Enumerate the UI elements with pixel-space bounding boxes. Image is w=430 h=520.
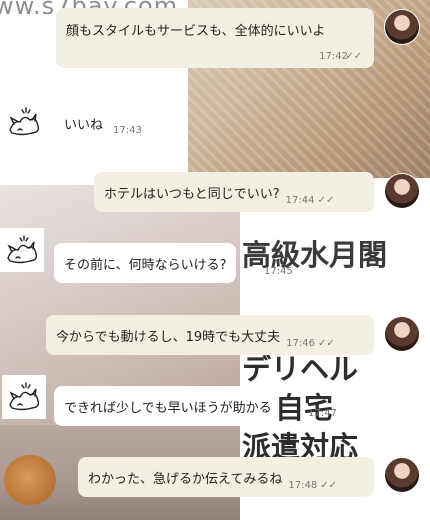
- message-time: 17:45: [264, 266, 293, 277]
- teddy-bear-image: [4, 455, 56, 505]
- message-time: 17:47: [308, 408, 337, 419]
- message-time: 17:46: [286, 338, 315, 349]
- message-bubble-sent[interactable]: わかった、急げるか伝えてみるね 17:48 ✓✓: [78, 457, 374, 497]
- message-time: 17:43: [113, 125, 142, 136]
- sender-avatar[interactable]: [384, 457, 420, 493]
- message-time: 17:48: [288, 480, 318, 491]
- double-check-icon: ✓✓: [320, 480, 337, 491]
- message-time: 17:42: [319, 51, 348, 62]
- message-bubble-sent[interactable]: 顔もスタイルもサービスも、全体的にいいよ 17:42 ✓✓: [56, 8, 374, 68]
- message-text: わかった、急げるか伝えてみるね: [88, 471, 283, 487]
- message-bubble-received[interactable]: できれば少しでも早いほうが助かる: [54, 386, 272, 426]
- message-bubble-sent[interactable]: ホテルはいつもと同じでいい? 17:44 ✓✓: [94, 172, 374, 212]
- message-text: 今からでも動けるし、19時でも大丈夫: [56, 329, 281, 345]
- cat-avatar-icon[interactable]: [2, 375, 46, 419]
- cat-avatar-icon[interactable]: [0, 228, 44, 272]
- double-check-icon: ✓✓: [345, 51, 362, 62]
- message-text: その前に、何時ならいける?: [64, 257, 227, 273]
- message-text: 顔もスタイルもサービスも、全体的にいいよ: [66, 24, 326, 39]
- sender-avatar[interactable]: [384, 173, 420, 209]
- cat-avatar-icon[interactable]: [2, 100, 46, 144]
- double-check-icon: ✓✓: [317, 338, 335, 349]
- message-text: できれば少しでも早いほうが助かる: [64, 400, 272, 416]
- message-bubble-sent[interactable]: 今からでも動けるし、19時でも大丈夫 17:46 ✓✓: [46, 315, 374, 355]
- sender-avatar[interactable]: [384, 9, 420, 45]
- message-text: ホテルはいつもと同じでいい?: [104, 186, 280, 202]
- message-bubble-received[interactable]: その前に、何時ならいける?: [54, 243, 236, 283]
- sender-avatar[interactable]: [384, 316, 420, 352]
- double-check-icon: ✓✓: [317, 195, 335, 206]
- message-time: 17:44: [285, 195, 315, 206]
- message-text-received[interactable]: いいね: [64, 114, 103, 133]
